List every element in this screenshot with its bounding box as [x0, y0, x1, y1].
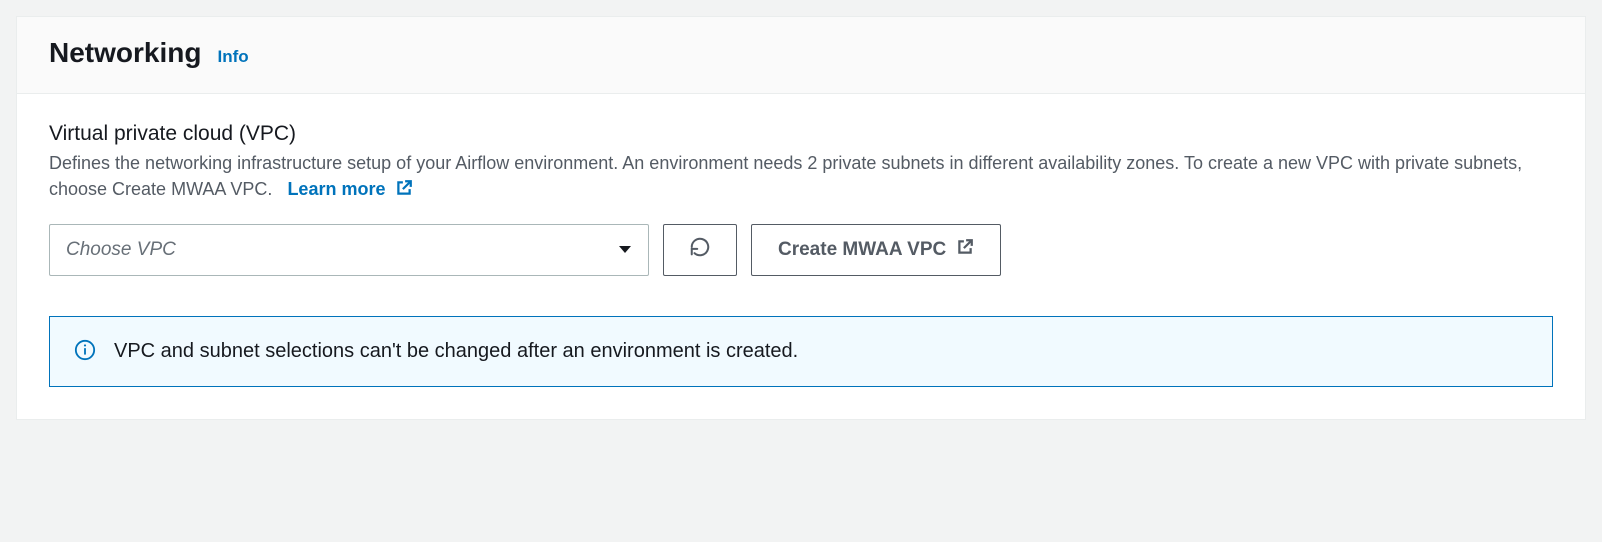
learn-more-label: Learn more [287, 179, 385, 199]
caret-down-icon [618, 242, 632, 258]
vpc-field-label: Virtual private cloud (VPC) [49, 122, 1553, 146]
info-alert-text: VPC and subnet selections can't be chang… [114, 340, 798, 363]
vpc-controls-row: Choose VPC Create MWAA VPC [49, 224, 1553, 276]
learn-more-link[interactable]: Learn more [287, 179, 412, 199]
info-alert: VPC and subnet selections can't be chang… [49, 316, 1553, 387]
panel-body: Virtual private cloud (VPC) Defines the … [17, 94, 1585, 419]
create-mwaa-vpc-label: Create MWAA VPC [778, 239, 946, 261]
panel-header: Networking Info [17, 17, 1585, 94]
vpc-select[interactable]: Choose VPC [49, 224, 649, 276]
vpc-field-description-text: Defines the networking infrastructure se… [49, 153, 1522, 199]
vpc-select-placeholder: Choose VPC [66, 239, 176, 261]
external-link-icon [395, 178, 413, 204]
external-link-icon [956, 238, 974, 262]
info-icon [74, 339, 96, 364]
refresh-button[interactable] [663, 224, 737, 276]
networking-panel: Networking Info Virtual private cloud (V… [16, 16, 1586, 420]
panel-title: Networking [49, 37, 201, 69]
info-link[interactable]: Info [217, 47, 248, 67]
vpc-field-description: Defines the networking infrastructure se… [49, 150, 1553, 204]
refresh-icon [689, 236, 711, 264]
create-mwaa-vpc-button[interactable]: Create MWAA VPC [751, 224, 1001, 276]
